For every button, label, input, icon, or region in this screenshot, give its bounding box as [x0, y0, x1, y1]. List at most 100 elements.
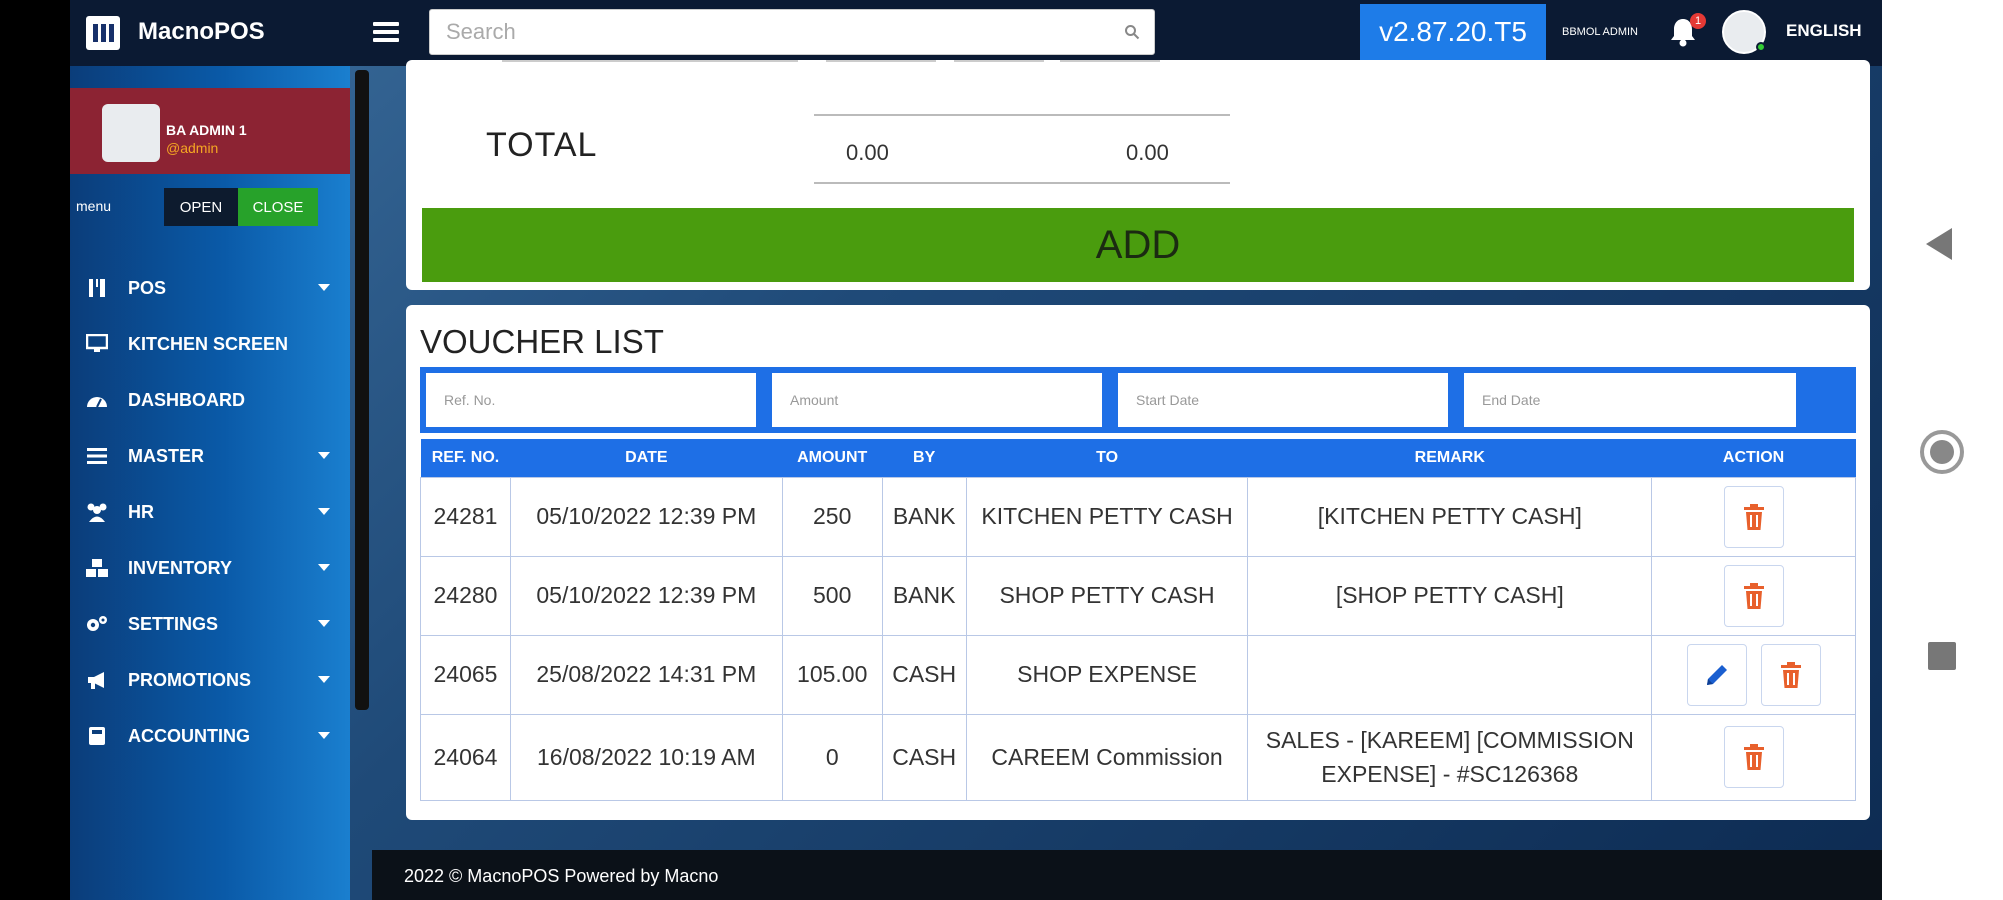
date-cell: 25/08/2022 14:31 PM: [509, 634, 783, 715]
column-header-remark[interactable]: REMARK: [1247, 439, 1652, 477]
top-bar: MacnoPOS v2.87.20.T5 BBMOL ADMIN 1 ENGLI…: [70, 0, 1882, 66]
table-row: 24281 05/10/2022 12:39 PM 250 BANK KITCH…: [420, 476, 1856, 557]
to-cell: CAREEM Commission: [965, 713, 1249, 801]
sidebar-item-accounting[interactable]: ACCOUNTING: [70, 708, 350, 764]
pos-icon: [84, 277, 110, 299]
voucher-list-title: VOUCHER LIST: [420, 323, 664, 360]
delete-button[interactable]: [1723, 485, 1784, 548]
trash-icon: [1743, 503, 1764, 530]
search-icon[interactable]: [1124, 24, 1140, 40]
chevron-down-icon: [318, 284, 330, 291]
sidebar-item-label: MASTER: [128, 445, 204, 466]
hamburger-menu-icon[interactable]: [373, 22, 399, 42]
table-header-row: REF. NO. DATE AMOUNT BY TO REMARK ACTION: [420, 439, 1856, 477]
total-value-2: 0.00: [1126, 140, 1169, 165]
sidebar-item-promotions[interactable]: PROMOTIONS: [70, 652, 350, 708]
delete-button[interactable]: [1723, 564, 1784, 627]
column-header-to[interactable]: TO: [966, 439, 1248, 477]
sidebar-item-hr[interactable]: HR: [70, 484, 350, 540]
footer-text: 2022 © MacnoPOS Powered by Macno: [404, 866, 719, 886]
sidebar-item-master[interactable]: MASTER: [70, 428, 350, 484]
remark-cell: [1247, 634, 1653, 715]
profile-avatar: [102, 104, 160, 162]
ref-no-cell: 24280: [420, 555, 511, 636]
remark-cell: SALES - [KAREEM] [COMMISSION EXPENSE] - …: [1247, 713, 1653, 801]
sidebar-item-inventory[interactable]: INVENTORY: [70, 540, 350, 596]
ref-no-filter[interactable]: [426, 373, 756, 427]
android-nav-bar: [1882, 0, 2003, 900]
total-value-1: 0.00: [846, 140, 889, 165]
date-cell: 05/10/2022 12:39 PM: [509, 555, 783, 636]
start-date-filter[interactable]: [1118, 373, 1448, 427]
sidebar-item-dashboard[interactable]: DASHBOARD: [70, 372, 350, 428]
boxes-icon: [84, 557, 110, 579]
divider: [502, 60, 798, 62]
chevron-down-icon: [318, 564, 330, 571]
add-button[interactable]: ADD: [422, 208, 1854, 282]
chevron-down-icon: [318, 620, 330, 627]
delete-button[interactable]: [1723, 726, 1784, 788]
column-header-by[interactable]: BY: [882, 439, 967, 477]
action-cell: [1651, 555, 1856, 636]
column-header-date[interactable]: DATE: [510, 439, 783, 477]
date-cell: 05/10/2022 12:39 PM: [509, 476, 783, 557]
menu-open-button[interactable]: OPEN: [164, 188, 238, 226]
voucher-entry-card: TOTAL 0.00 0.00 ADD: [406, 60, 1870, 290]
sidebar-item-label: ACCOUNTING: [128, 725, 250, 746]
ref-no-cell: 24064: [420, 713, 511, 801]
sidebar-item-label: HR: [128, 501, 154, 522]
delete-button[interactable]: [1760, 643, 1821, 706]
menu-close-button[interactable]: CLOSE: [238, 188, 318, 226]
profile-card[interactable]: BA ADMIN 1 @admin: [70, 88, 350, 174]
menu-toggle-row: menu OPEN CLOSE: [70, 186, 350, 226]
amount-filter[interactable]: [772, 373, 1102, 427]
sidebar-item-label: PROMOTIONS: [128, 669, 252, 690]
ref-no-cell: 24281: [420, 476, 511, 557]
date-cell: 16/08/2022 10:19 AM: [509, 713, 783, 801]
by-cell: BANK: [881, 555, 967, 636]
table-row: 24064 16/08/2022 10:19 AM 0 CASH CAREEM …: [420, 713, 1856, 801]
notification-count-badge: 1: [1690, 13, 1706, 29]
voucher-table: REF. NO. DATE AMOUNT BY TO REMARK ACTION…: [420, 439, 1856, 801]
chevron-down-icon: [318, 452, 330, 459]
column-header-action: ACTION: [1651, 439, 1856, 477]
gears-icon: [84, 613, 110, 635]
column-header-amount[interactable]: AMOUNT: [782, 439, 883, 477]
users-icon: [84, 501, 110, 523]
voucher-list-card: VOUCHER LIST REF. NO. DATE AMOUNT BY: [406, 305, 1870, 820]
sidebar-item-label: KITCHEN SCREEN: [128, 333, 289, 354]
end-date-filter[interactable]: [1464, 373, 1796, 427]
amount-cell: 0: [781, 713, 883, 801]
language-selector[interactable]: ENGLISH: [1786, 21, 1862, 41]
recent-apps-icon[interactable]: [1928, 642, 1956, 670]
calculator-icon: [84, 725, 110, 747]
to-cell: SHOP PETTY CASH: [965, 555, 1249, 636]
sidebar-item-pos[interactable]: POS: [70, 260, 350, 316]
total-label: TOTAL: [486, 126, 598, 164]
sidebar-item-kitchen-screen[interactable]: KITCHEN SCREEN: [70, 316, 350, 372]
chevron-down-icon: [318, 508, 330, 515]
amount-cell: 500: [781, 555, 883, 636]
table-row: 24065 25/08/2022 14:31 PM 105.00 CASH SH…: [420, 634, 1856, 715]
sidebar-scrollbar[interactable]: [355, 70, 369, 710]
sidebar-item-label: SETTINGS: [128, 613, 219, 634]
amount-cell: 105.00: [781, 634, 883, 715]
sidebar-item-settings[interactable]: SETTINGS: [70, 596, 350, 652]
chevron-down-icon: [318, 732, 330, 739]
sidebar-item-label: POS: [128, 277, 167, 298]
sidebar-item-label: DASHBOARD: [128, 389, 245, 410]
profile-name: BA ADMIN 1: [166, 122, 247, 138]
screen: MacnoPOS v2.87.20.T5 BBMOL ADMIN 1 ENGLI…: [70, 0, 1882, 900]
remark-cell: [SHOP PETTY CASH]: [1247, 555, 1653, 636]
trash-icon: [1743, 744, 1764, 770]
action-cell: [1651, 713, 1856, 801]
home-icon[interactable]: [1920, 430, 1964, 474]
version-badge[interactable]: v2.87.20.T5: [1360, 4, 1546, 60]
column-header-ref-no[interactable]: REF. NO.: [420, 439, 511, 477]
divider: [826, 60, 936, 62]
search-input[interactable]: [430, 10, 1110, 54]
edit-button[interactable]: [1686, 643, 1747, 706]
chevron-down-icon: [318, 676, 330, 683]
back-icon[interactable]: [1926, 228, 1952, 260]
to-cell: SHOP EXPENSE: [965, 634, 1249, 715]
